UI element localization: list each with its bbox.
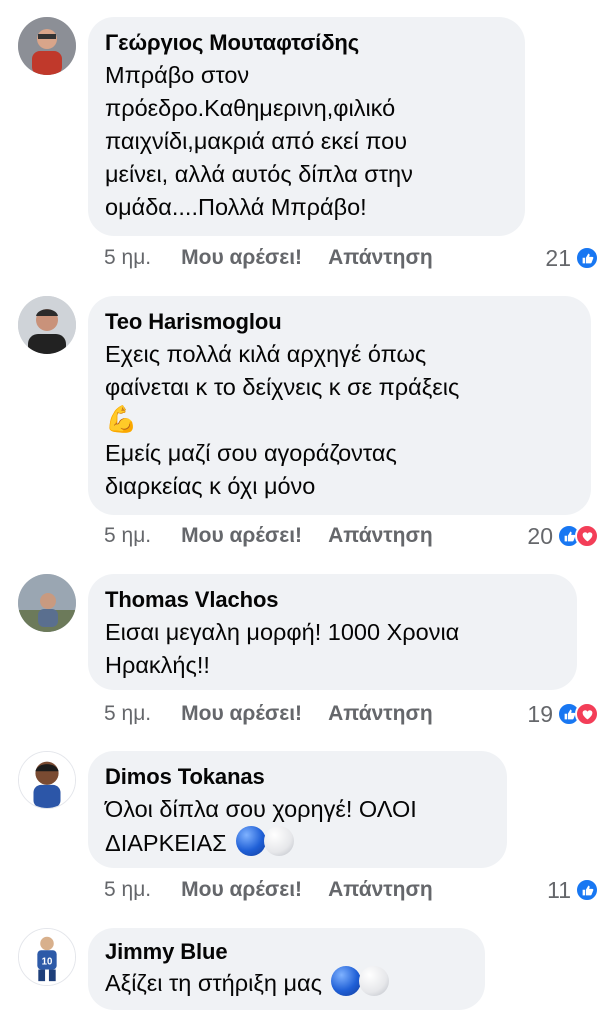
comment-bubble: Γεώργιος Μουταφτσίδης Μπράβο στον πρόεδρ… <box>88 17 525 236</box>
comment-bubble: Thomas Vlachos Εισαι μεγαλη μορφή! 1000 … <box>88 574 577 690</box>
heart-icon <box>575 524 599 548</box>
comment-author[interactable]: Dimos Tokanas <box>105 763 489 791</box>
reaction-summary[interactable]: 20 <box>527 519 599 553</box>
avatar[interactable]: 10 <box>18 928 76 986</box>
flexed-biceps-icon: 💪 <box>105 404 138 434</box>
comment-text-part: ΔΙΑΡΚΕΙΑΣ <box>105 830 227 856</box>
reaction-count: 19 <box>527 700 553 727</box>
avatar[interactable] <box>18 17 76 75</box>
avatar[interactable] <box>18 296 76 354</box>
comment-actions: 5 ημ. Μου αρέσει! Απάντηση <box>104 241 433 275</box>
comment-timestamp[interactable]: 5 ημ. <box>104 702 151 726</box>
like-button[interactable]: Μου αρέσει! <box>181 246 302 270</box>
comment-text-part: Εχεις πολλά κιλά αρχηγέ όπως φαίνεται κ … <box>105 341 460 400</box>
reply-button[interactable]: Απάντηση <box>328 702 433 726</box>
comment-bubble: Teo Harismoglou Εχεις πολλά κιλά αρχηγέ … <box>88 296 591 515</box>
comment-bubble: Dimos Tokanas Όλοι δίπλα σου χορηγέ! ΟΛΟ… <box>88 751 507 868</box>
blue-circle-icon <box>236 826 267 856</box>
comment-actions: 5 ημ. Μου αρέσει! Απάντηση <box>104 519 433 553</box>
like-button[interactable]: Μου αρέσει! <box>181 524 302 548</box>
white-circle-icon <box>264 826 295 856</box>
comment-bubble: Jimmy Blue Αξίζει τη στήριξη μας <box>88 928 485 1010</box>
comment-text: Εισαι μεγαλη μορφή! 1000 Χρονια Ηρακλής!… <box>105 619 460 678</box>
comment-author[interactable]: Thomas Vlachos <box>105 586 559 614</box>
avatar[interactable] <box>18 751 76 809</box>
comment-author[interactable]: Jimmy Blue <box>105 938 467 966</box>
reaction-count: 11 <box>547 876 571 903</box>
comment-actions: 5 ημ. Μου αρέσει! Απάντηση <box>104 873 433 907</box>
comment-timestamp[interactable]: 5 ημ. <box>104 524 151 548</box>
reaction-summary[interactable]: 11 <box>547 873 599 907</box>
heart-icon <box>575 702 599 726</box>
reaction-count: 20 <box>527 522 553 549</box>
comment-text: Αξίζει τη στήριξη μας <box>105 966 467 1000</box>
reply-button[interactable]: Απάντηση <box>328 524 433 548</box>
comment-text: Μπράβο στον πρόεδρο.Καθημερινη,φιλικό πα… <box>105 62 413 220</box>
reply-button[interactable]: Απάντηση <box>328 878 433 902</box>
reaction-summary[interactable]: 19 <box>527 697 599 731</box>
like-button[interactable]: Μου αρέσει! <box>181 878 302 902</box>
comment-actions: 5 ημ. Μου αρέσει! Απάντηση <box>104 697 433 731</box>
comment-author[interactable]: Γεώργιος Μουταφτσίδης <box>105 29 507 57</box>
comment-text: Εχεις πολλά κιλά αρχηγέ όπως φαίνεται κ … <box>105 338 573 503</box>
thumbs-up-icon <box>575 878 599 902</box>
reaction-summary[interactable]: 21 <box>545 241 599 275</box>
comment-timestamp[interactable]: 5 ημ. <box>104 246 151 270</box>
reply-button[interactable]: Απάντηση <box>328 246 433 270</box>
comment-text-part: Εμείς μαζί σου αγοράζοντας διαρκείας κ ό… <box>105 440 397 499</box>
reaction-count: 21 <box>545 244 571 271</box>
comment-author[interactable]: Teo Harismoglou <box>105 308 573 336</box>
blue-circle-icon <box>331 966 362 996</box>
thumbs-up-icon <box>575 246 599 270</box>
like-button[interactable]: Μου αρέσει! <box>181 702 302 726</box>
comment-text-part: Όλοι δίπλα σου χορηγέ! ΟΛΟΙ <box>105 796 417 822</box>
comment-text: Όλοι δίπλα σου χορηγέ! ΟΛΟΙ ΔΙΑΡΚΕΙΑΣ <box>105 793 489 860</box>
avatar[interactable] <box>18 574 76 632</box>
comment-timestamp[interactable]: 5 ημ. <box>104 878 151 902</box>
jersey-number: 10 <box>42 957 53 968</box>
comment-text-part: Αξίζει τη στήριξη μας <box>105 970 322 996</box>
white-circle-icon <box>359 966 390 996</box>
